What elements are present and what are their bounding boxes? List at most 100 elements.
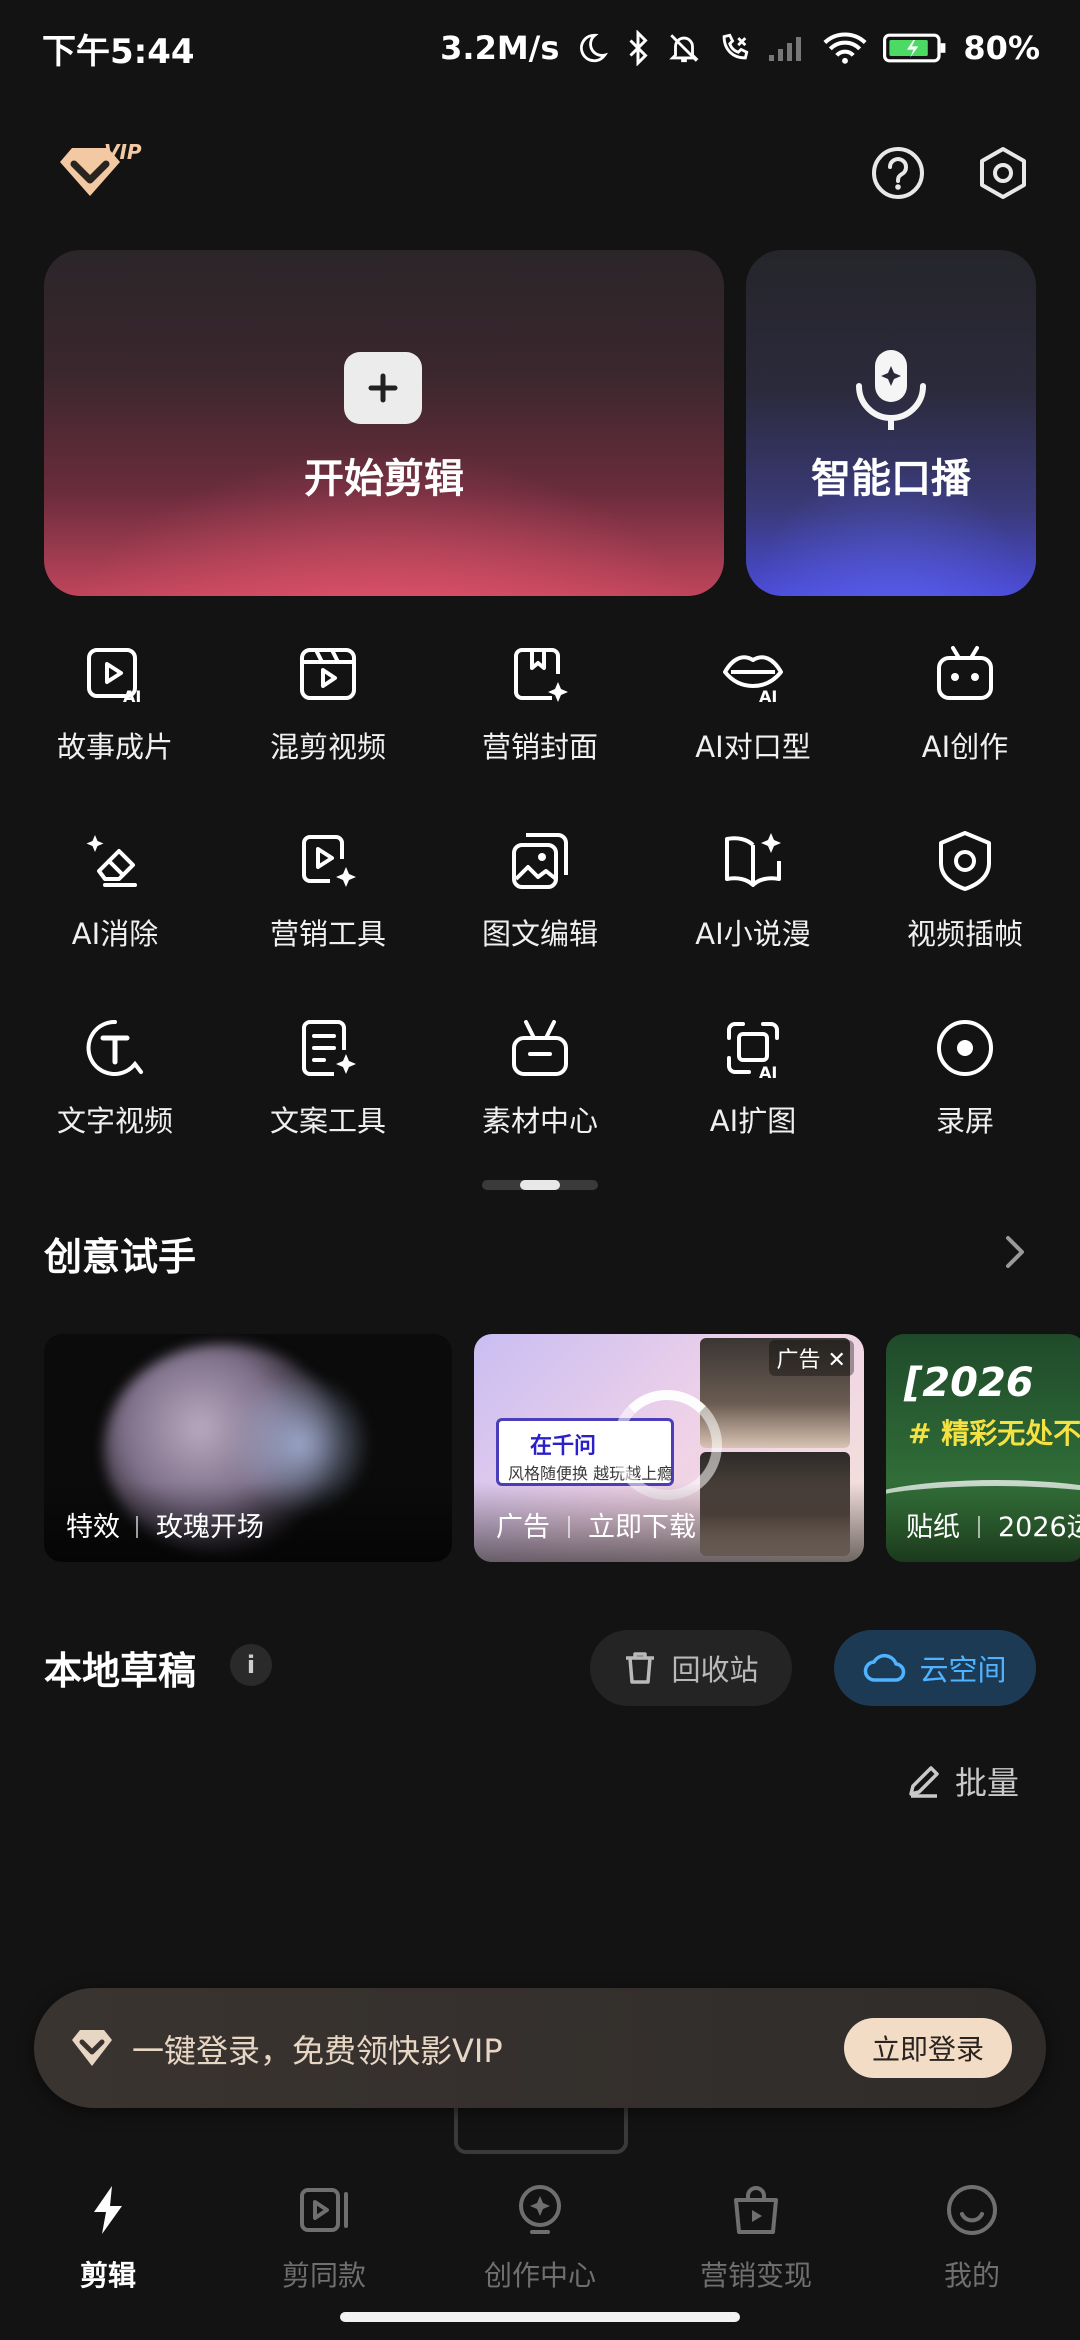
call-forward-icon <box>717 31 751 65</box>
novel-comic-icon <box>725 833 781 887</box>
nav-tab-template[interactable]: 剪同款 <box>216 2172 432 2292</box>
trash-icon <box>626 1652 655 1684</box>
ad-close-tag[interactable]: 广告 ✕ <box>768 1340 854 1376</box>
tool-text-video[interactable]: 文字视频 <box>7 1016 223 1146</box>
template-video-icon <box>300 2188 348 2232</box>
tool-label: 文案工具 <box>269 1104 386 1138</box>
tool-image-text[interactable]: 图文编辑 <box>432 829 648 959</box>
shopping-bag-icon <box>734 2186 778 2234</box>
tool-story-video[interactable]: AI 故事成片 <box>7 642 223 772</box>
drafts-title: 本地草稿 <box>44 1649 197 1693</box>
nav-tab-edit[interactable]: 剪辑 <box>0 2172 216 2292</box>
help-icon <box>872 147 924 199</box>
batch-label: 批量 <box>955 1764 1020 1802</box>
cloud-icon <box>864 1653 906 1682</box>
nav-tab-marketing[interactable]: 营销变现 <box>648 2172 864 2292</box>
tool-novel-comic[interactable]: AI小说漫 <box>645 829 861 959</box>
ad-banner-title: 在千问 <box>530 1434 597 1459</box>
mix-video-icon <box>300 648 356 700</box>
tool-marketing[interactable]: 营销工具 <box>220 829 436 959</box>
bell-muted-icon <box>667 30 701 66</box>
tool-label: 故事成片 <box>56 730 173 764</box>
login-button[interactable]: 立即登录 <box>844 2018 1012 2078</box>
card-name: 玫瑰开场 <box>156 1512 264 1543</box>
vip-diamond-icon <box>72 2030 112 2066</box>
battery-percent: 80% <box>963 29 1040 67</box>
eraser-icon <box>86 835 137 887</box>
recycle-bin-button[interactable]: 回收站 <box>590 1630 792 1706</box>
start-edit-label: 开始剪辑 <box>304 456 464 502</box>
bottom-navigation: 剪辑 剪同款 创作中心 营销变现 我的 <box>0 2160 1080 2310</box>
nav-label: 我的 <box>943 2259 1000 2292</box>
bulb-icon <box>519 2185 561 2234</box>
card-tag: 贴纸 <box>906 1512 960 1543</box>
smart-voice-card[interactable]: 智能口播 <box>746 250 1036 596</box>
tool-eraser[interactable]: AI消除 <box>7 829 223 959</box>
creative-card-ad[interactable]: 在千问 风格随便换 越玩越上瘾 广告 ✕ 广告 立即下载 <box>474 1334 864 1562</box>
help-button[interactable] <box>870 145 926 201</box>
tool-label: 图文编辑 <box>481 917 598 951</box>
nav-label: 创作中心 <box>483 2259 596 2292</box>
tool-label: 录屏 <box>935 1104 994 1138</box>
tool-material-center[interactable]: 素材中心 <box>432 1016 648 1146</box>
login-promo-text: 一键登录，免费领快影VIP <box>132 2032 503 2070</box>
tool-label: AI扩图 <box>709 1104 797 1138</box>
microphone-icon <box>851 348 931 432</box>
chevron-right-icon[interactable] <box>1000 1232 1030 1272</box>
tool-label: AI对口型 <box>695 730 811 764</box>
tool-expand-image[interactable]: AI AI扩图 <box>645 1016 861 1146</box>
tool-lip-sync[interactable]: AI AI对口型 <box>645 642 861 772</box>
frame-interp-icon <box>939 831 991 891</box>
card-name: 2026运 <box>998 1512 1080 1543</box>
tool-label: AI消除 <box>71 917 159 951</box>
info-icon[interactable]: i <box>230 1644 272 1686</box>
tool-label: 营销封面 <box>481 730 598 764</box>
tool-marketing-cover[interactable]: 营销封面 <box>432 642 648 772</box>
tool-label: 营销工具 <box>269 917 386 951</box>
svg-text:AI: AI <box>123 687 141 706</box>
cloud-space-label: 云空间 <box>919 1653 1007 1687</box>
pencil-icon <box>909 1766 939 1798</box>
bluetooth-icon <box>625 30 651 66</box>
tool-frame-interp[interactable]: 视频插帧 <box>857 829 1073 959</box>
batch-edit-button[interactable]: 批量 <box>905 1756 1019 1806</box>
signal-icon <box>767 33 807 63</box>
copywriting-icon <box>302 1020 356 1076</box>
login-promo-banner[interactable]: 一键登录，免费领快影VIP 立即登录 <box>34 1988 1046 2108</box>
smart-voice-label: 智能口播 <box>811 456 971 502</box>
gear-icon <box>980 147 1026 199</box>
nav-tab-creation-center[interactable]: 创作中心 <box>432 2172 648 2292</box>
tool-copywriting[interactable]: 文案工具 <box>220 1016 436 1146</box>
creative-section-title: 创意试手 <box>44 1235 197 1279</box>
card-name: 立即下载 <box>588 1512 696 1543</box>
ai-create-icon <box>937 646 993 700</box>
home-indicator[interactable] <box>340 2312 740 2322</box>
story-video-icon: AI <box>87 648 141 706</box>
tool-record-screen[interactable]: 录屏 <box>857 1016 1073 1146</box>
settings-button[interactable] <box>975 145 1031 201</box>
plus-icon <box>344 352 422 424</box>
creative-card-rose-opening[interactable]: 特效 玫瑰开场 <box>44 1334 452 1562</box>
material-icon <box>512 1020 568 1076</box>
card-tag: 特效 <box>66 1512 120 1543</box>
start-edit-card[interactable]: 开始剪辑 <box>44 250 724 596</box>
text-video-icon <box>86 1019 143 1076</box>
nav-label: 剪辑 <box>79 2259 136 2292</box>
nav-label: 剪同款 <box>281 2259 366 2292</box>
tool-mix-video[interactable]: 混剪视频 <box>220 642 436 772</box>
svg-text:AI: AI <box>759 1063 777 1080</box>
vip-logo[interactable]: VIP <box>54 140 150 212</box>
marketing-cover-icon <box>514 648 568 702</box>
creative-card-sticker[interactable]: [2026 # 精彩无处不在 贴纸 2026运 <box>886 1334 1080 1562</box>
image-text-icon <box>512 833 568 889</box>
lightning-icon <box>94 2186 122 2234</box>
tool-ai-create[interactable]: AI创作 <box>857 642 1073 772</box>
cloud-space-button[interactable]: 云空间 <box>834 1630 1036 1706</box>
page-indicator-active <box>520 1180 560 1190</box>
card-title: [2026 <box>904 1360 1034 1406</box>
nav-tab-me[interactable]: 我的 <box>864 2172 1080 2292</box>
nav-label: 营销变现 <box>699 2259 812 2292</box>
vip-badge-text: VIP <box>104 140 142 164</box>
wifi-icon <box>823 31 867 65</box>
smile-icon <box>947 2185 997 2235</box>
